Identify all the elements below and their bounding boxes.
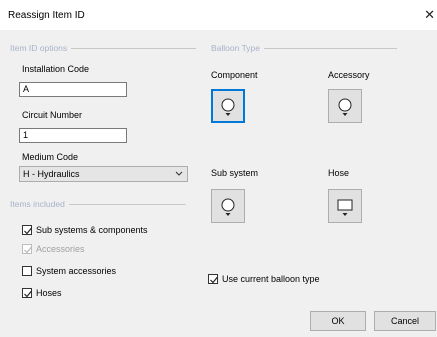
checkbox-label: Use current balloon type [222, 274, 320, 284]
medium-code-select[interactable]: H - Hydraulics [19, 166, 188, 182]
sub-system-balloon-button[interactable] [211, 189, 245, 223]
sub-system-label: Sub system [211, 168, 259, 178]
chevron-down-icon [175, 171, 183, 176]
group-divider [68, 203, 186, 205]
circuit-number-field[interactable]: 1 [19, 128, 127, 143]
group-divider [71, 47, 196, 49]
checkbox-label: System accessories [36, 266, 117, 276]
installation-code-field[interactable]: A [19, 82, 127, 97]
component-label: Component [211, 70, 258, 80]
accessory-balloon-button[interactable] [328, 89, 362, 123]
checkmark-icon [210, 276, 218, 284]
accessory-label: Accessory [328, 70, 370, 80]
system-accessories-checkbox[interactable]: System accessories [22, 266, 116, 276]
checkbox-box[interactable] [22, 244, 32, 254]
items-included-group: Items included [10, 199, 186, 209]
ok-button[interactable]: OK [310, 311, 366, 331]
item-id-options-heading: Item ID options [10, 43, 68, 53]
group-divider [264, 47, 397, 49]
checkmark-icon [24, 290, 32, 298]
balloon-type-heading: Balloon Type [211, 43, 260, 53]
hose-label: Hose [328, 168, 350, 178]
cancel-button[interactable]: Cancel [374, 311, 436, 331]
close-icon[interactable]: ✕ [424, 7, 435, 23]
checkbox-box[interactable] [22, 288, 32, 298]
reassign-item-id-dialog: Reassign Item ID ✕ Item ID options Insta… [0, 0, 437, 337]
sub-systems-components-checkbox[interactable]: Sub systems & components [22, 225, 148, 235]
item-id-options-group: Item ID options [10, 43, 196, 53]
balloon-type-group: Balloon Type [211, 43, 397, 53]
checkmark-icon [24, 227, 32, 235]
use-current-balloon-type-checkbox[interactable]: Use current balloon type [208, 274, 320, 284]
circle-balloon-icon [221, 198, 235, 216]
checkbox-label: Sub systems & components [36, 225, 148, 235]
accessories-checkbox[interactable]: Accessories [22, 244, 85, 254]
title-bar: Reassign Item ID ✕ [0, 0, 437, 30]
checkbox-label: Accessories [36, 244, 85, 254]
medium-code-value: H - Hydraulics [23, 169, 80, 179]
circle-balloon-icon [221, 98, 235, 116]
component-balloon-button[interactable] [211, 89, 245, 123]
checkbox-box[interactable] [208, 274, 218, 284]
hose-balloon-button[interactable] [328, 189, 362, 223]
checkbox-box[interactable] [22, 225, 32, 235]
items-included-heading: Items included [10, 199, 65, 209]
checkbox-box[interactable] [22, 266, 32, 276]
circle-balloon-icon [338, 98, 352, 116]
checkbox-label: Hoses [36, 288, 62, 298]
medium-code-label: Medium Code [22, 152, 79, 162]
checkmark-icon [24, 246, 32, 254]
hoses-checkbox[interactable]: Hoses [22, 288, 62, 298]
rectangle-balloon-icon [337, 199, 353, 216]
window-title: Reassign Item ID [8, 10, 85, 21]
circuit-number-label: Circuit Number [22, 110, 83, 120]
installation-code-label: Installation Code [22, 64, 90, 74]
